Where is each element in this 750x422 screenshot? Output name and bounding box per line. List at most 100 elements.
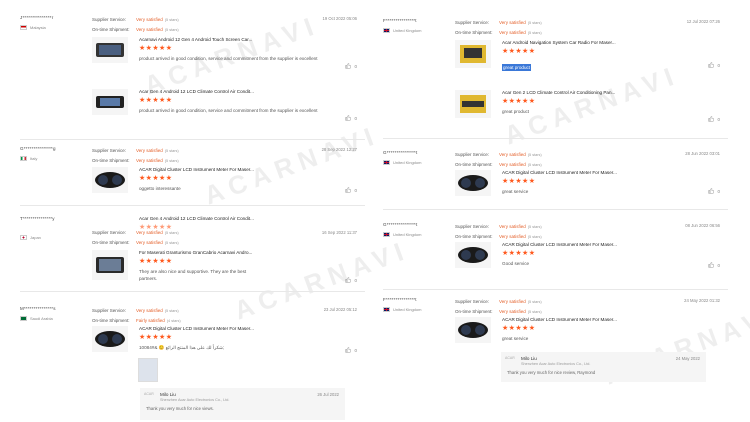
like-button[interactable]: 0 <box>708 62 720 68</box>
product-thumbnail[interactable] <box>92 89 128 115</box>
product-thumbnail[interactable] <box>455 242 491 268</box>
product-title-link[interactable]: Acar Gen 4 Android 12 LCD Climate Contro… <box>139 89 344 94</box>
buyer-name: G***************t <box>383 150 418 155</box>
product-thumbnail[interactable] <box>92 167 128 193</box>
shipment-value: Very satisfied <box>136 240 163 245</box>
product-thumbnail[interactable] <box>455 40 491 68</box>
buyer-country: Saudi Arabia <box>20 316 88 321</box>
like-button[interactable]: 0 <box>708 262 720 268</box>
product-title-link[interactable]: Acar Android Navigation System Car Radio… <box>502 40 707 45</box>
product-title-link[interactable]: Acar Gen 2 LCD Climate Control Air Condi… <box>502 90 707 95</box>
like-button[interactable]: 0 <box>345 347 357 353</box>
supplier-service-value: Very satisfied <box>136 230 163 235</box>
like-button[interactable]: 0 <box>345 277 357 283</box>
product-thumbnail[interactable] <box>92 37 128 63</box>
buyer-info: J***************r Malaysia <box>20 15 88 30</box>
like-count: 0 <box>354 115 357 121</box>
like-count: 0 <box>354 187 357 193</box>
product-thumbnail[interactable] <box>455 170 491 196</box>
product-title-link[interactable]: ACAR Digital Cluster LCD Instrument Mete… <box>139 167 344 172</box>
supplier-service-value: Very satisfied <box>136 148 163 153</box>
product-title-link[interactable]: For Maserati Granturismo GranCabrio Acar… <box>139 250 344 255</box>
buyer-country: United Kingdom <box>383 307 451 312</box>
seller-logo: ACAR <box>505 356 515 360</box>
supplier-service-label: Supplier Service: <box>92 308 127 313</box>
reply-text: Thank you very much for nice review, Ray… <box>507 370 596 375</box>
review-text: great service <box>502 189 529 194</box>
shipment-label: On-time Shipment: <box>455 234 493 239</box>
review-product: ACAR Digital Cluster LCD Instrument Mete… <box>92 167 344 193</box>
review-card: G***************t United Kingdom Supplie… <box>383 150 728 210</box>
review-product: Acar Gen 2 LCD Climate Control Air Condi… <box>455 90 707 118</box>
supplier-service-count: (5 stars) <box>164 18 179 22</box>
product-thumbnail[interactable] <box>92 250 128 280</box>
flag-uk-icon <box>383 307 390 312</box>
buyer-country: United Kingdom <box>383 232 451 237</box>
review-ratings: Supplier Service: Very satisfied (5 stars)… <box>455 18 542 38</box>
buyer-info: M***************s Saudi Arabia <box>20 306 88 321</box>
review-text: Good service <box>502 261 530 266</box>
rating-stars: ★★★★★ <box>502 178 536 185</box>
rating-stars: ★★★★★ <box>139 258 173 265</box>
shipment-label: On-time Shipment: <box>92 240 130 245</box>
like-count: 0 <box>354 277 357 283</box>
like-button[interactable]: 0 <box>345 187 357 193</box>
buyer-name: G***************t <box>383 222 418 227</box>
supplier-service-label: Supplier Service: <box>92 148 127 153</box>
review-photo[interactable] <box>138 358 158 382</box>
review-card: J***************r Malaysia Supplier Serv… <box>20 15 365 140</box>
review-ratings: Supplier Service: Very satisfied (5 stars)… <box>92 228 179 248</box>
like-button[interactable]: 0 <box>708 188 720 194</box>
seller-company: Shenzhen Acar Auto Electronics Co., Ltd. <box>160 398 230 402</box>
review-card: T***************y Japan Acar Gen 4 Andro… <box>20 216 365 292</box>
product-thumbnail[interactable] <box>455 90 491 118</box>
buyer-name: F***************t <box>383 297 417 302</box>
shipment-count: (5 stars) <box>164 159 179 163</box>
like-count: 0 <box>717 188 720 194</box>
like-button[interactable]: 0 <box>345 115 357 121</box>
review-text: They are also nice and supportive. They … <box>139 269 247 281</box>
country-label: Japan <box>30 235 41 240</box>
product-thumbnail[interactable] <box>455 317 491 343</box>
review-column-right: F***************t United Kingdom Supplie… <box>383 0 728 422</box>
shipment-count: (4 stars) <box>166 319 181 323</box>
like-button[interactable]: 0 <box>708 116 720 122</box>
shipment-value: Very satisfied <box>499 30 526 35</box>
like-button[interactable]: 0 <box>345 63 357 69</box>
buyer-info: F***************t United Kingdom <box>383 297 451 312</box>
buyer-info: F***************t United Kingdom <box>383 18 451 33</box>
country-label: United Kingdom <box>393 307 422 312</box>
review-date: 28 Jun 2022 03:01 <box>685 151 720 156</box>
rating-stars: ★★★★★ <box>502 48 536 55</box>
review-card: F***************t United Kingdom Supplie… <box>383 18 728 139</box>
product-title-link[interactable]: ACAR Digital Cluster LCD Instrument Mete… <box>502 170 707 175</box>
review-column-left: J***************r Malaysia Supplier Serv… <box>20 0 365 422</box>
review-text: great product <box>502 109 530 114</box>
review-ratings: Supplier Service: Very satisfied (5 stars)… <box>455 297 542 317</box>
shipment-count: (5 stars) <box>527 163 542 167</box>
review-card: G***************t United Kingdom Supplie… <box>383 222 728 290</box>
product-title-link[interactable]: ACAR Digital Cluster LCD Instrument Mete… <box>502 242 707 247</box>
product-title-link[interactable]: Acar Gen 4 Android 12 LCD Climate Contro… <box>139 216 344 221</box>
review-date: 08 Jun 2022 06:56 <box>685 223 720 228</box>
thumbs-up-icon <box>708 188 715 194</box>
buyer-country: United Kingdom <box>383 160 451 165</box>
product-title-link[interactable]: ACAR Digital Cluster LCD Instrument Mete… <box>139 326 344 331</box>
product-title-link[interactable]: Acarnavi Android 12 Gen 4 Android Touch … <box>139 37 344 42</box>
review-product: ACAR Digital Cluster LCD Instrument Mete… <box>455 170 707 196</box>
product-thumbnail[interactable] <box>92 326 128 352</box>
thumbs-up-icon <box>708 116 715 122</box>
supplier-service-value: Very satisfied <box>499 152 526 157</box>
shipment-value: Very satisfied <box>499 309 526 314</box>
reply-text: Thank you very much for nice views. <box>146 406 214 411</box>
rating-stars: ★★★★★ <box>502 325 536 332</box>
supplier-service-value: Very satisfied <box>499 20 526 25</box>
rating-stars: ★★★★★ <box>502 250 536 257</box>
country-label: United Kingdom <box>393 28 422 33</box>
product-title-link[interactable]: ACAR Digital Cluster LCD Instrument Mete… <box>502 317 707 322</box>
review-product: Acarnavi Android 12 Gen 4 Android Touch … <box>92 37 344 63</box>
supplier-service-count: (5 stars) <box>527 225 542 229</box>
shipment-count: (5 stars) <box>164 28 179 32</box>
review-date: 19 Oct 2022 05:06 <box>322 16 357 21</box>
review-product: ACAR Digital Cluster LCD Instrument Mete… <box>455 317 707 343</box>
